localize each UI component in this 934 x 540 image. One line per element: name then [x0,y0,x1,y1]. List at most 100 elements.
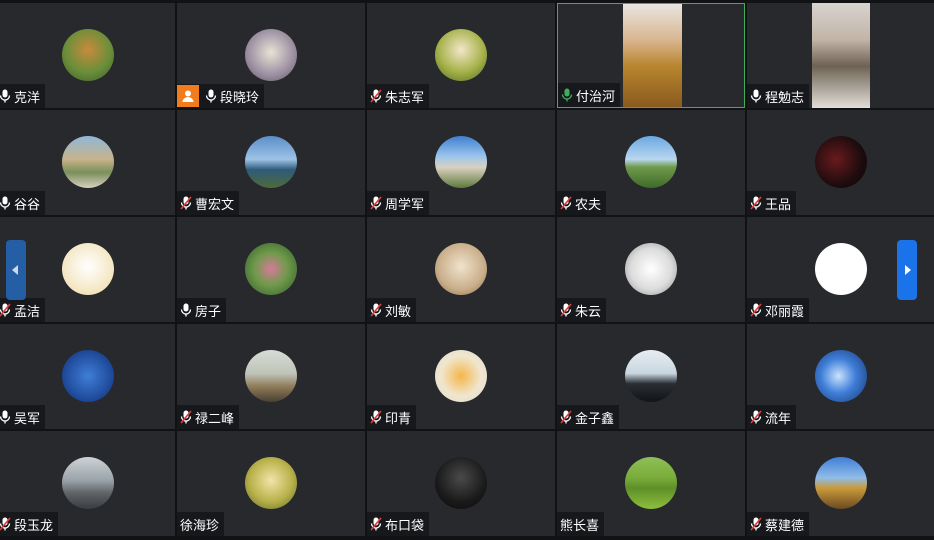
mic-muted-icon [370,196,382,210]
participant-name: 流年 [765,411,792,427]
participant-name: 邓丽霞 [765,304,805,320]
mic-muted-icon [370,89,382,103]
participant-tile[interactable]: 金子鑫 [557,324,745,429]
participant-tile[interactable]: 吴军 [0,324,175,429]
mic-icon [0,89,11,103]
participant-avatar [61,135,114,188]
mic-icon [205,89,217,103]
participant-grid: 克洋 段晓玲 朱志军 付治河 程勉志谷谷 曹宏文 周学军 农夫 王品孟洁 房子 刘敏 朱云 邓丽霞吴军 禄… [0,0,934,540]
participant-tile[interactable]: 流年 [747,324,934,429]
mic-muted-icon [180,196,192,210]
participant-name-label: 谷谷 [0,191,46,215]
participant-video [812,3,870,108]
participant-tile[interactable]: 付治河 [557,3,745,108]
participant-name-label: 徐海珍 [177,512,225,536]
participant-tile[interactable]: 徐海珍 [177,431,365,536]
participant-name-label: 蔡建德 [747,512,810,536]
participant-tile[interactable]: 禄二峰 [177,324,365,429]
mic-muted-icon [370,303,382,317]
participant-tile[interactable]: 周学军 [367,110,555,215]
participant-name: 农夫 [575,197,602,213]
mic-muted-icon [560,303,572,317]
participant-name: 吴军 [14,411,41,427]
participant-name: 克洋 [14,90,41,106]
participant-avatar [245,456,297,509]
participant-name: 曹宏文 [195,197,235,213]
mic-icon [750,89,762,103]
participant-avatar [814,242,867,295]
participant-tile[interactable]: 曹宏文 [177,110,365,215]
participant-name-label: 印青 [367,405,417,429]
participant-name: 周学军 [385,197,425,213]
mic-muted-icon [370,410,382,424]
participant-tile[interactable]: 朱云 [557,217,745,322]
chevron-right-icon [905,265,911,275]
participant-tile[interactable]: 印青 [367,324,555,429]
participant-name: 段玉龙 [14,518,54,534]
participant-tile[interactable]: 房子 [177,217,365,322]
participant-name: 王品 [765,197,792,213]
participant-name-label: 付治河 [558,83,621,107]
participant-name: 禄二峰 [195,411,235,427]
participant-tile[interactable]: 王品 [747,110,934,215]
participant-tile[interactable]: 蔡建德 [747,431,934,536]
participant-name-label: 王品 [747,191,797,215]
participant-name: 付治河 [576,89,616,105]
participant-name-label: 吴军 [0,405,46,429]
participant-tile[interactable]: 熊长喜 [557,431,745,536]
participant-avatar [61,456,114,509]
participant-name: 程勉志 [765,90,805,106]
participant-tile[interactable]: 布口袋 [367,431,555,536]
participant-avatar [61,242,114,295]
participant-name-label: 周学军 [367,191,430,215]
participant-tile[interactable]: 克洋 [0,3,175,108]
participant-tile[interactable]: 朱志军 [367,3,555,108]
participant-name-label: 农夫 [557,191,607,215]
participant-name-label: 曹宏文 [177,191,240,215]
participant-tile[interactable]: 刘敏 [367,217,555,322]
participant-avatar [625,135,677,188]
participant-tile[interactable]: 谷谷 [0,110,175,215]
participant-name: 徐海珍 [180,518,220,534]
mic-muted-icon [750,196,762,210]
mic-muted-icon [370,517,382,531]
participant-name-label: 禄二峰 [177,405,240,429]
participant-avatar [625,456,677,509]
mic-icon [0,196,11,210]
participant-name: 房子 [195,304,222,320]
participant-name: 印青 [385,411,412,427]
participant-name-label: 刘敏 [367,298,417,322]
chevron-left-icon [12,265,18,275]
participant-tile[interactable]: 孟洁 [0,217,175,322]
participant-name-label: 熊长喜 [557,512,605,536]
participant-name: 朱志军 [385,90,425,106]
participant-name: 刘敏 [385,304,412,320]
participant-avatar [814,135,867,188]
participant-name-label: 布口袋 [367,512,430,536]
participant-tile[interactable]: 段晓玲 [177,3,365,108]
mic-muted-icon [560,410,572,424]
participant-avatar [814,349,867,402]
participant-avatar [61,349,114,402]
participant-tile[interactable]: 农夫 [557,110,745,215]
next-page-button[interactable] [897,240,917,300]
participant-name: 蔡建德 [765,518,805,534]
participant-name-label: 孟洁 [0,298,46,322]
mic-muted-icon [180,410,192,424]
participant-avatar [435,349,487,402]
participant-name: 谷谷 [14,197,41,213]
participant-avatar [625,349,677,402]
participant-tile[interactable]: 段玉龙 [0,431,175,536]
participant-name: 熊长喜 [560,518,600,534]
participant-name-label: 段玉龙 [0,512,59,536]
participant-avatar [61,28,114,81]
participant-name-label: 邓丽霞 [747,298,810,322]
participant-avatar [814,456,867,509]
participant-tile[interactable]: 程勉志 [747,3,934,108]
participant-avatar [245,349,297,402]
participant-name-label: 房子 [177,298,227,322]
previous-page-button[interactable] [6,240,26,300]
mic-muted-icon [560,196,572,210]
participant-avatar [435,135,487,188]
mic-muted-icon [750,410,762,424]
